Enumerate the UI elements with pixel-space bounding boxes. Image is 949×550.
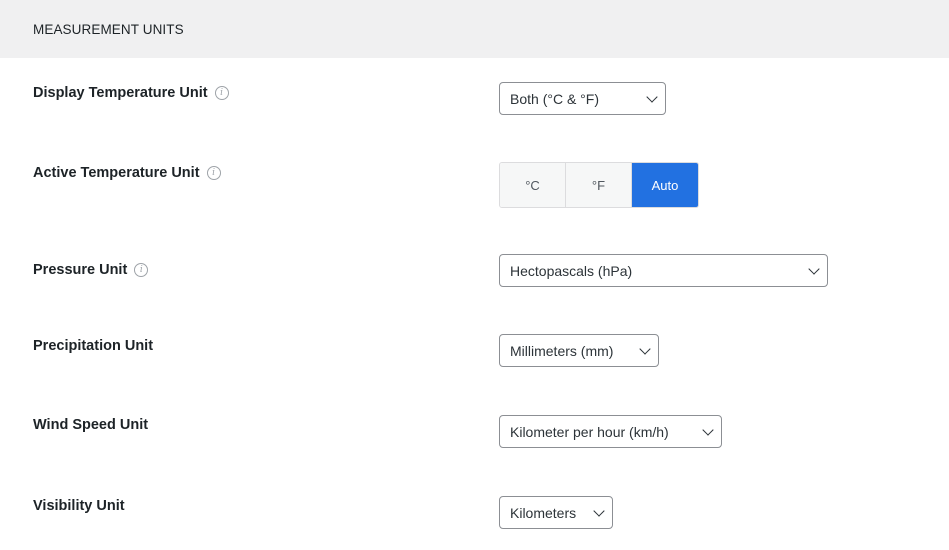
chevron-down-icon	[702, 423, 714, 436]
pressure-select[interactable]: Hectopascals (hPa)	[499, 254, 828, 287]
display-temperature-value: Both (°C & °F)	[510, 90, 599, 107]
chevron-down-icon	[639, 342, 651, 355]
wind-speed-label-text: Wind Speed Unit	[33, 417, 149, 433]
chevron-down-icon	[593, 504, 605, 517]
display-temperature-label-text: Display Temperature Unit	[33, 85, 208, 101]
visibility-value: Kilometers	[510, 504, 577, 521]
pressure-label: Pressure Unit i	[33, 262, 149, 278]
active-temperature-toggle: °C °F Auto	[499, 162, 699, 208]
chevron-down-icon	[808, 262, 820, 275]
section-title: MEASUREMENT UNITS	[33, 21, 184, 37]
info-circle-icon[interactable]: i	[206, 166, 221, 180]
info-circle-icon[interactable]: i	[134, 263, 149, 277]
pressure-value: Hectopascals (hPa)	[510, 262, 633, 279]
wind-speed-label: Wind Speed Unit	[33, 417, 148, 433]
precipitation-label-text: Precipitation Unit	[33, 338, 154, 354]
precipitation-select[interactable]: Millimeters (mm)	[499, 334, 659, 367]
display-temperature-label: Display Temperature Unit i	[33, 85, 229, 101]
active-temperature-label-text: Active Temperature Unit	[33, 165, 200, 181]
wind-speed-select[interactable]: Kilometer per hour (km/h)	[499, 415, 722, 448]
section-header: MEASUREMENT UNITS	[0, 0, 949, 58]
visibility-select[interactable]: Kilometers	[499, 496, 613, 529]
toggle-celsius-button[interactable]: °C	[500, 163, 566, 207]
visibility-label-text: Visibility Unit	[33, 498, 125, 514]
precipitation-label: Precipitation Unit	[33, 338, 153, 354]
pressure-label-text: Pressure Unit	[33, 262, 128, 278]
precipitation-value: Millimeters (mm)	[510, 342, 614, 359]
toggle-fahrenheit-button[interactable]: °F	[566, 163, 632, 207]
display-temperature-select[interactable]: Both (°C & °F)	[499, 82, 666, 115]
toggle-auto-button[interactable]: Auto	[632, 163, 698, 207]
active-temperature-label: Active Temperature Unit i	[33, 165, 221, 181]
visibility-label: Visibility Unit	[33, 498, 125, 514]
wind-speed-value: Kilometer per hour (km/h)	[510, 423, 669, 440]
chevron-down-icon	[646, 90, 658, 103]
info-circle-icon[interactable]: i	[214, 86, 229, 100]
